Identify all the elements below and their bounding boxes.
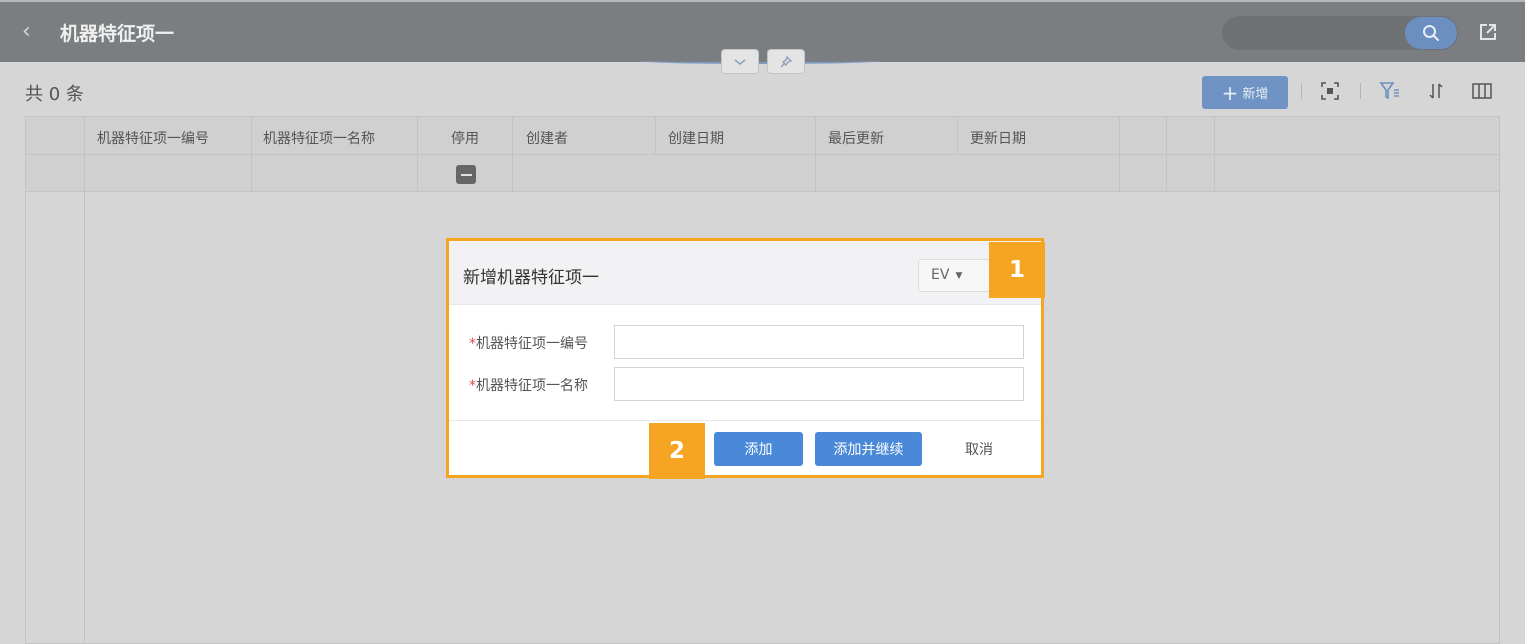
add-record-dialog: 新增机器特征项一 EV ▼ 1 *机器特征项一编号 *机器特征项一名称 2 添加 … (446, 238, 1045, 479)
checkbox-indeterminate-icon[interactable] (456, 165, 476, 184)
column-header-updated-date[interactable]: 更新日期 (970, 128, 1026, 148)
callout-badge-1: 1 (989, 242, 1045, 298)
sort-icon (1429, 83, 1443, 99)
sort-button[interactable] (1423, 78, 1449, 104)
fullscreen-button[interactable] (1317, 78, 1343, 104)
table-header-row (26, 117, 1499, 155)
column-header-created-date[interactable]: 创建日期 (668, 128, 724, 148)
page-title: 机器特征项一 (60, 23, 175, 45)
record-count: 共 0 条 (25, 84, 84, 105)
column-header-code[interactable]: 机器特征项一编号 (97, 128, 209, 148)
code-field-label-text: 机器特征项一编号 (476, 336, 588, 352)
table-filter-row (26, 155, 1499, 192)
column-divider (957, 117, 958, 155)
name-field-label-text: 机器特征项一名称 (476, 378, 588, 394)
collapse-header-button[interactable] (721, 49, 759, 74)
column-divider (1166, 117, 1167, 192)
pin-icon (780, 55, 793, 67)
column-divider (815, 117, 816, 192)
toolbar-divider (1301, 83, 1302, 99)
add-record-label: 新增 (1242, 87, 1269, 102)
code-input[interactable] (614, 325, 1024, 359)
column-divider (84, 192, 85, 644)
columns-button[interactable] (1469, 78, 1495, 104)
dialog-footer-divider (449, 420, 1041, 421)
add-record-button[interactable]: + 新增 (1202, 76, 1288, 109)
name-field-label: *机器特征项一名称 (469, 375, 588, 395)
search-button[interactable] (1405, 17, 1457, 49)
toolbar-divider (1360, 83, 1361, 99)
column-divider (1119, 117, 1120, 192)
add-and-continue-button[interactable]: 添加并继续 (815, 432, 922, 466)
dialog-title: 新增机器特征项一 (463, 268, 599, 288)
share-icon (1480, 24, 1496, 40)
column-header-last-updated-by[interactable]: 最后更新 (828, 128, 884, 148)
header-collapse-arc (640, 58, 880, 64)
dialog-header: 新增机器特征项一 EV ▼ (449, 241, 1041, 305)
back-icon[interactable]: ‹ (22, 20, 42, 44)
fullscreen-icon (1321, 82, 1339, 100)
column-header-creator[interactable]: 创建者 (526, 128, 568, 148)
cancel-button[interactable]: 取消 (951, 432, 1007, 466)
column-header-name[interactable]: 机器特征项一名称 (263, 128, 375, 148)
column-divider (1214, 117, 1215, 192)
code-field-label: *机器特征项一编号 (469, 333, 588, 353)
column-divider (417, 117, 418, 192)
column-divider (251, 117, 252, 192)
language-value: EV (931, 267, 950, 283)
language-select[interactable]: EV ▼ (918, 259, 990, 292)
required-mark: * (469, 336, 476, 352)
name-input[interactable] (614, 367, 1024, 401)
column-header-disabled[interactable]: 停用 (451, 128, 479, 148)
column-divider (512, 117, 513, 192)
share-button[interactable] (1476, 20, 1500, 44)
add-button[interactable]: 添加 (714, 432, 803, 466)
app-header: ‹ 机器特征项一 (0, 0, 1525, 62)
chevron-down-icon (734, 58, 746, 65)
column-divider (84, 117, 85, 192)
search-icon (1423, 25, 1439, 41)
filter-icon (1379, 82, 1399, 100)
callout-badge-2: 2 (649, 423, 705, 479)
columns-icon (1472, 83, 1492, 99)
column-divider (655, 117, 656, 155)
plus-icon: + (1221, 80, 1239, 105)
pin-header-button[interactable] (767, 49, 805, 74)
required-mark: * (469, 378, 476, 394)
caret-down-icon: ▼ (955, 271, 963, 281)
filter-button[interactable] (1377, 78, 1403, 104)
